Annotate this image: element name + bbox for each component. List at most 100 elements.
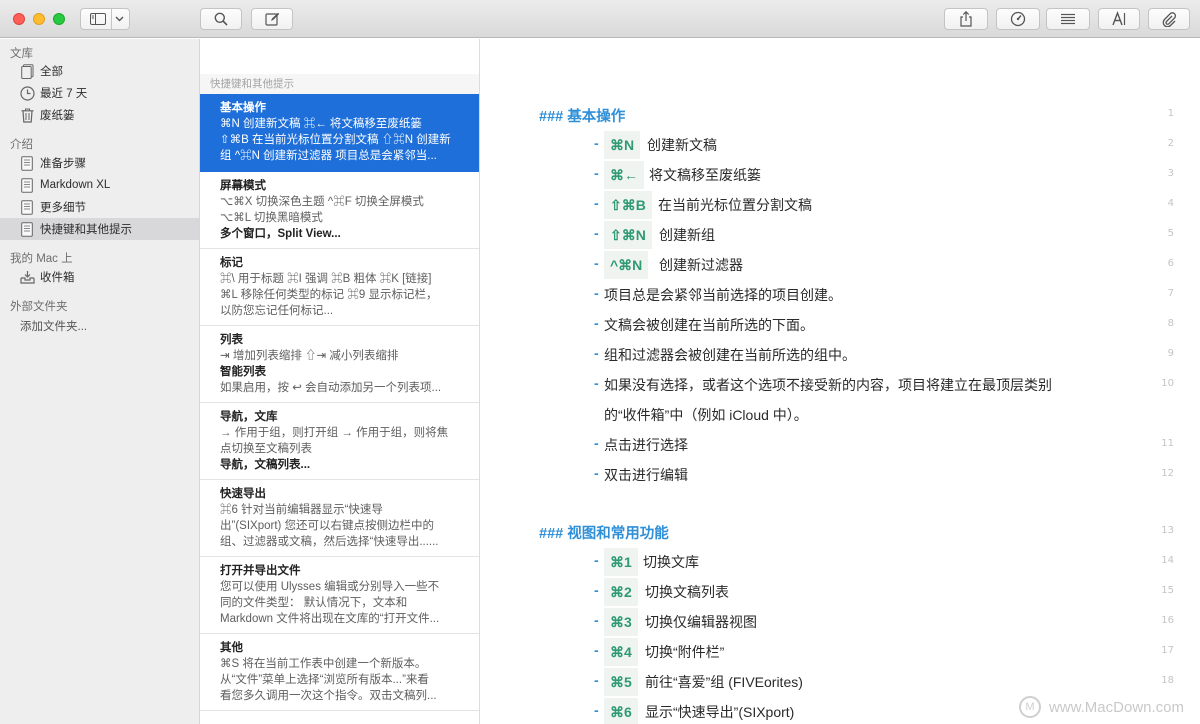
sheet-excerpt-bold: 多个窗口，Split View... — [220, 228, 341, 240]
sheet-excerpt-line: 看您多久调用一次这个指令。双击文稿列... — [220, 690, 437, 702]
editor-line[interactable]: - ^⌘N 创建新过滤器 6 — [481, 250, 1200, 280]
watermark-text: www.MacDown.com — [1048, 698, 1184, 716]
shortcut-description: 创建新过滤器 — [659, 257, 743, 273]
editor-line[interactable]: - ⌘← 将文稿移至废纸篓 3 — [481, 160, 1200, 190]
editor-line[interactable]: - ⌘N 创建新文稿 2 — [481, 130, 1200, 160]
list-bullet: - — [594, 465, 599, 481]
shortcut-key: ⌘← — [604, 161, 644, 189]
sheet-excerpt-line: ⌥⌘L 切换黑暗模式 — [220, 212, 323, 224]
search-button[interactable] — [200, 8, 242, 30]
sheet-item[interactable]: 快速导出 ⌘6 针对当前编辑器显示“快速导 出”(SIXport) 您还可以右键… — [200, 480, 479, 557]
add-folder-link[interactable]: 添加文件夹... — [20, 318, 87, 334]
document-icon — [19, 177, 35, 193]
trash-icon — [19, 107, 35, 123]
watermark: M www.MacDown.com — [1018, 696, 1184, 718]
editor-pane[interactable]: ### 基本操作 1 - ⌘N 创建新文稿 2 - ⌘← 将文稿移至废纸篓 3 … — [481, 39, 1200, 724]
sidebar-item-all[interactable]: 全部 — [0, 60, 199, 82]
dashboard-icon — [1010, 11, 1026, 27]
shortcut-description: 将文稿移至废纸篓 — [649, 167, 761, 183]
list-icon — [1060, 13, 1076, 25]
editor-line[interactable]: - 点击进行选择 11 — [481, 430, 1200, 460]
document-icon — [19, 155, 35, 171]
editor-line[interactable]: - ⌘3 切换仅编辑器视图 16 — [481, 607, 1200, 637]
shortcut-description: 创建新组 — [659, 227, 715, 243]
sheet-item[interactable]: 基本操作 ⌘N 创建新文稿 ⌘← 将文稿移至废纸篓 ⇧⌘B 在当前光标位置分割文… — [200, 94, 479, 172]
shortcut-key: ⇧⌘B — [604, 191, 652, 219]
editor-line[interactable]: - ⇧⌘B 在当前光标位置分割文稿 4 — [481, 190, 1200, 220]
shortcut-description: 前往“喜爱”组 (FIVEorites) — [645, 674, 803, 690]
editor-line[interactable]: - 双击进行编辑 12 — [481, 460, 1200, 490]
editor-line[interactable]: - 如果没有选择，或者这个选项不接受新的内容，项目将建立在最顶层类别 10 — [481, 370, 1200, 400]
sheet-item[interactable]: 列表 ⇥ 增加列表缩排 ⇧⇥ 减小列表缩排 智能列表 如果启用，按 ↩ 会自动添… — [200, 326, 479, 403]
line-number: 11 — [1161, 438, 1174, 449]
editor-line[interactable]: - 文稿会被创建在当前所选的下面。 8 — [481, 310, 1200, 340]
shortcut-key: ^⌘N — [604, 251, 649, 279]
chevron-down-icon[interactable] — [115, 14, 124, 23]
minimize-window-button[interactable] — [33, 13, 45, 25]
list-bullet: - — [594, 135, 599, 151]
editor-line[interactable]: - ⌘4 切换“附件栏” 17 — [481, 637, 1200, 667]
editor-line[interactable]: ### 视图和常用功能 13 — [481, 517, 1200, 547]
sidebar-item-getting-started[interactable]: 准备步骤 — [0, 152, 199, 174]
sheets-stack-icon — [19, 63, 35, 79]
shortcut-description: 在当前光标位置分割文稿 — [658, 197, 812, 213]
list-bullet: - — [594, 582, 599, 598]
outline-button[interactable] — [1046, 8, 1090, 30]
paragraph-text: 项目总是会紧邻当前选择的项目创建。 — [604, 287, 842, 303]
paragraph-text: 如果没有选择，或者这个选项不接受新的内容，项目将建立在最顶层类别 — [604, 377, 1052, 393]
paragraph-text: 双击进行编辑 — [604, 467, 688, 483]
sidebar-item-more-details[interactable]: 更多细节 — [0, 196, 199, 218]
sheet-item[interactable]: 其他 ⌘S 将在当前工作表中创建一个新版本。 从“文件”菜单上选择“浏览所有版本… — [200, 634, 479, 711]
sidebar-item-trash[interactable]: 废纸篓 — [0, 104, 199, 126]
attachments-button[interactable] — [1148, 8, 1190, 30]
sidebar-toggle-button[interactable] — [80, 8, 130, 30]
sheet-item[interactable]: 标记 ⌘\ 用于标题 ⌘I 强调 ⌘B 粗体 ⌘K [链接] ⌘L 移除任何类型… — [200, 249, 479, 326]
sheet-excerpt-line: ⇥ 增加列表缩排 ⇧⇥ 减小列表缩排 — [220, 350, 399, 362]
typography-button[interactable] — [1098, 8, 1140, 30]
close-window-button[interactable] — [13, 13, 25, 25]
sheet-excerpt-line: 组 ^⌘N 创建新过滤器 项目总是会紧邻当... — [220, 150, 437, 162]
compose-icon — [264, 12, 280, 27]
sidebar-item-label: 准备步骤 — [40, 158, 86, 170]
sheet-excerpt-line: 以防您忘记任何标记... — [220, 305, 334, 317]
section-header-external-folders: 外部文件夹 — [10, 301, 68, 313]
sheet-excerpt-line: 如果启用，按 ↩ 会自动添加另一个列表项... — [220, 382, 442, 394]
section-header-intro: 介绍 — [10, 139, 33, 151]
section-header-library: 文库 — [10, 48, 33, 60]
list-bullet: - — [594, 612, 599, 628]
editor-line[interactable]: - 组和过滤器会被创建在当前所选的组中。 9 — [481, 340, 1200, 370]
sheet-item[interactable]: 打开并导出文件 您可以使用 Ulysses 编辑或分别导入一些不 同的文件类型：… — [200, 557, 479, 634]
document-icon — [19, 199, 35, 215]
sheet-excerpt-line: 点切换至文稿列表 — [220, 443, 312, 455]
sheet-title: 其他 — [220, 642, 243, 654]
editor-line[interactable]: - ⌘1 切换文库 14 — [481, 547, 1200, 577]
sheet-item[interactable]: 屏幕模式 ⌥⌘X 切换深色主题 ^⌘F 切换全屏模式 ⌥⌘L 切换黑暗模式 多个… — [200, 172, 479, 249]
editor-line[interactable]: - ⇧⌘N 创建新组 5 — [481, 220, 1200, 250]
sheet-excerpt-line: 您可以使用 Ulysses 编辑或分别导入一些不 — [220, 581, 440, 593]
line-number: 7 — [1167, 288, 1174, 299]
dashboard-button[interactable] — [996, 8, 1040, 30]
sheet-item[interactable]: 导航，文库 → 作用于组，则打开组 → 作用于组，则将焦 点切换至文稿列表 导航… — [200, 403, 479, 480]
sidebar-item-label: 全部 — [40, 66, 63, 78]
sidebar-item-inbox[interactable]: 收件箱 — [0, 266, 199, 288]
sheet-title: 基本操作 — [220, 102, 266, 114]
sidebar-item-shortcuts[interactable]: 快捷键和其他提示 — [0, 218, 199, 240]
list-bullet: - — [594, 375, 599, 391]
shortcut-description: 切换仅编辑器视图 — [645, 614, 757, 630]
share-button[interactable] — [944, 8, 988, 30]
editor-line[interactable]: - 项目总是会紧邻当前选择的项目创建。 7 — [481, 280, 1200, 310]
sidebar-item-markdown-xl[interactable]: Markdown XL — [0, 174, 199, 196]
window-toolbar — [0, 0, 1200, 38]
shortcut-key: ⌘6 — [604, 698, 638, 724]
sheet-title: 屏幕模式 — [220, 180, 266, 192]
zoom-window-button[interactable] — [53, 13, 65, 25]
new-sheet-button[interactable] — [251, 8, 293, 30]
editor-line[interactable]: ### 基本操作 1 — [481, 100, 1200, 130]
list-bullet: - — [594, 255, 599, 271]
editor-line[interactable]: 的“收件箱”中（例如 iCloud 中）。 — [481, 400, 1200, 430]
editor-line[interactable]: - ⌘2 切换文稿列表 15 — [481, 577, 1200, 607]
sidebar-item-recent[interactable]: 最近 7 天 — [0, 82, 199, 104]
editor-line[interactable]: - ⌘5 前往“喜爱”组 (FIVEorites) 18 — [481, 667, 1200, 697]
typography-icon — [1111, 11, 1127, 27]
list-bullet: - — [594, 552, 599, 568]
